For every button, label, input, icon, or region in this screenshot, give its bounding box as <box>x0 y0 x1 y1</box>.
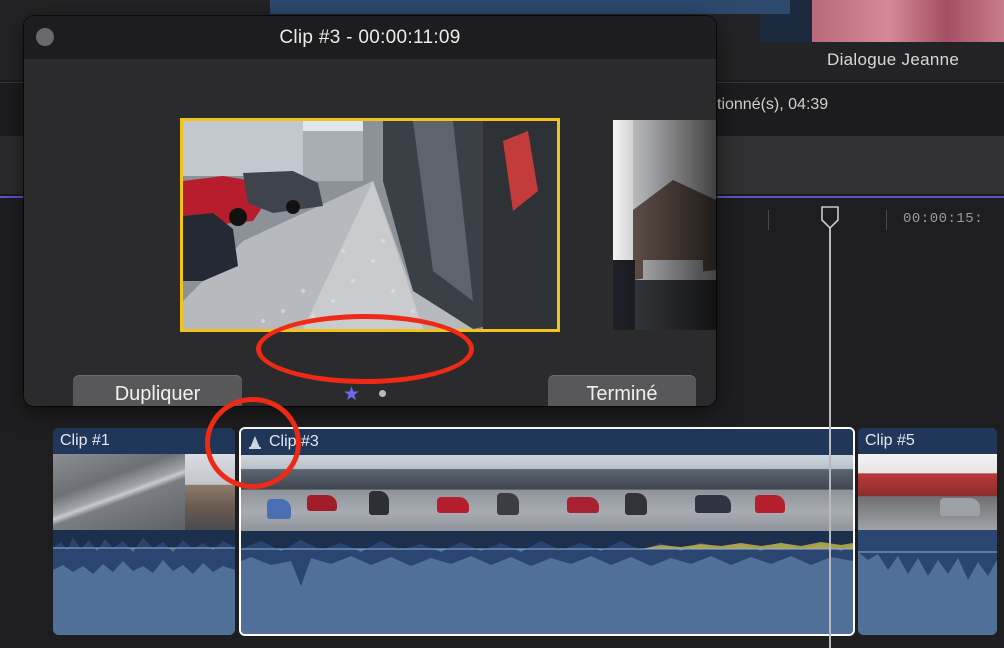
filmstrip-thumbnail <box>858 454 920 530</box>
ruler-timecode: 00:00:15: <box>903 211 984 227</box>
clip-filmstrip <box>241 455 853 531</box>
filmstrip-thumbnail <box>53 454 185 530</box>
audio-waveform <box>858 530 997 635</box>
filmstrip-thumbnail <box>241 455 305 531</box>
timeline-clip-1[interactable]: Clip #1 <box>53 428 235 635</box>
popover-titlebar: Clip #3 - 00:00:11:09 <box>24 16 716 59</box>
ruler-tick <box>886 210 887 230</box>
filmstrip-thumbnail <box>625 455 689 531</box>
clip-label: Clip #1 <box>60 432 110 449</box>
filmstrip-thumbnail <box>369 455 433 531</box>
timeline-clip-3[interactable]: Clip #3 <box>239 427 855 636</box>
done-button[interactable]: Terminé <box>548 375 696 406</box>
dot-icon[interactable] <box>379 390 386 397</box>
popover-body: Dupliquer ★ Terminé <box>24 59 716 406</box>
filmstrip-thumbnail <box>817 455 853 531</box>
audition-icon[interactable] <box>248 435 262 449</box>
playhead-icon[interactable] <box>820 206 840 230</box>
filmstrip-thumbnail <box>753 455 817 531</box>
viewer-thumbnail-pink <box>812 0 1004 42</box>
filmstrip-thumbnail <box>433 455 497 531</box>
audio-waveform <box>53 530 235 635</box>
selected-clip-preview[interactable] <box>180 118 560 332</box>
clip-label: Clip #5 <box>865 432 915 449</box>
audio-waveform <box>241 531 853 634</box>
clip-header: Clip #1 <box>53 428 235 454</box>
filmstrip-thumbnail <box>497 455 561 531</box>
duplicate-button[interactable]: Dupliquer <box>73 375 242 406</box>
star-icon[interactable]: ★ <box>343 383 360 406</box>
filmstrip-thumbnail <box>920 454 997 530</box>
clip-label: Clip #3 <box>269 433 319 450</box>
filmstrip-thumbnail <box>561 455 625 531</box>
audition-popover: Clip #3 - 00:00:11:09 Dupliquer ★ Termin… <box>24 16 716 406</box>
clip-header: Clip #5 <box>858 428 997 454</box>
viewer-title: Dialogue Jeanne <box>827 50 960 69</box>
alternate-clip-preview[interactable] <box>613 120 716 330</box>
playhead-line[interactable] <box>829 228 831 648</box>
toolbar-band-right <box>717 136 1004 194</box>
ruler-tick <box>768 210 769 230</box>
filmstrip-thumbnail <box>305 455 369 531</box>
clip-filmstrip <box>858 454 997 530</box>
filmstrip-thumbnail <box>185 454 235 530</box>
clip-header: Clip #3 <box>241 429 853 455</box>
popover-title: Clip #3 - 00:00:11:09 <box>279 27 461 48</box>
timeline-clip-5[interactable]: Clip #5 <box>858 428 997 635</box>
clip-filmstrip <box>53 454 235 530</box>
selection-info: tionné(s), 04:39 <box>717 96 829 113</box>
filmstrip-thumbnail <box>689 455 753 531</box>
viewer-thumbnail-strip <box>270 0 790 14</box>
